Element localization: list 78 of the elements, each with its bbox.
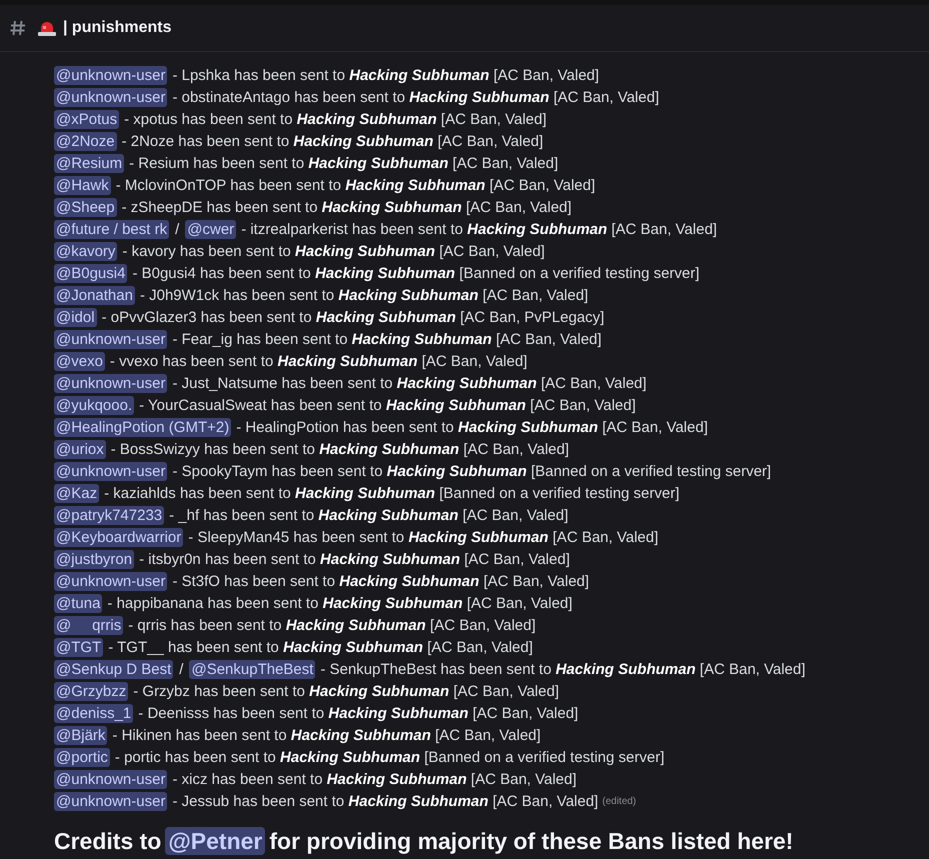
user-mention[interactable]: @vexo [54, 352, 105, 370]
ban-message: - portic has been sent to Hacking Subhuman [Banned on a verified testing server] [114, 748, 664, 766]
ban-message: - oPvvGlazer3 has been sent to Hacking Subhuman [AC Ban, PvPLegacy] [102, 308, 604, 326]
user-mention[interactable]: @Petner [165, 827, 266, 855]
user-mention[interactable]: @yukqooo. [54, 396, 134, 414]
credits-text: Credits to @Petner for providing majority of these Bans listed here! [54, 828, 794, 855]
ban-message: - Just_Natsume has been sent to Hacking Subhuman [AC Ban, Valed] [172, 374, 647, 392]
user-mention[interactable]: @Keyboardwarrior [54, 528, 184, 546]
user-mention[interactable]: @uriox [54, 440, 106, 458]
ban-message: - SpookyTaym has been sent to Hacking Subhuman [Banned on a verified testing server] [172, 462, 772, 480]
ban-message: - St3fO has been sent to Hacking Subhuman [AC Ban, Valed] [172, 572, 590, 590]
ban-message: - SenkupTheBest has been sent to Hacking Subhuman [AC Ban, Valed] [320, 660, 806, 678]
user-mention[interactable]: @unknown-user [54, 792, 168, 810]
user-mention[interactable]: @kavory [54, 242, 118, 260]
user-mention[interactable]: @ qrris [54, 616, 124, 634]
hashtag-icon [9, 19, 27, 37]
ban-message: - Lpshka has been sent to Hacking Subhuman [AC Ban, Valed] [172, 66, 600, 84]
ban-message: - itzrealparkerist has been sent to Hacking Subhuman [AC Ban, Valed] [241, 220, 717, 238]
user-mention[interactable]: @Sheep [54, 198, 117, 216]
ban-message: - Deenisss has been sent to Hacking Subhuman [AC Ban, Valed] [138, 704, 578, 722]
user-mention[interactable]: @unknown-user [54, 462, 168, 480]
ban-message: - xpotus has been sent to Hacking Subhuman [AC Ban, Valed] [124, 110, 547, 128]
user-mention[interactable]: @unknown-user [54, 88, 168, 106]
user-mention[interactable]: @xPotus [54, 110, 120, 128]
user-mention[interactable]: @unknown-user [54, 330, 168, 348]
ban-message: - zSheepDE has been sent to Hacking Subhuman [AC Ban, Valed] [122, 198, 572, 216]
ban-message: - xicz has been sent to Hacking Subhuman [AC Ban, Valed] [172, 770, 577, 788]
user-mention[interactable]: @HealingPotion (GMT+2) [54, 418, 232, 436]
ban-message: - happibanana has been sent to Hacking Subhuman [AC Ban, Valed] [107, 594, 572, 612]
user-mention[interactable]: @future / best rk [54, 220, 170, 238]
user-mention[interactable]: @justbyron [54, 550, 134, 568]
user-mention[interactable]: @deniss_1 [54, 704, 134, 722]
edited-label: (edited) [602, 796, 636, 806]
ban-message: - TGT__ has been sent to Hacking Subhuman [AC Ban, Valed] [108, 638, 533, 656]
user-mention[interactable]: @Senkup D Best [54, 660, 174, 678]
ban-message: - BossSwizyy has been sent to Hacking Subhuman [AC Ban, Valed] [110, 440, 570, 458]
ban-message: - Jessub has been sent to Hacking Subhuman [AC Ban, Valed] [172, 792, 598, 810]
channel-name: | punishments [63, 19, 172, 37]
ban-message: - YourCasualSweat has been sent to Hacking Subhuman [AC Ban, Valed] [139, 396, 636, 414]
ban-message: - Grzybz has been sent to Hacking Subhuman [AC Ban, Valed] [133, 682, 559, 700]
user-mention[interactable]: @Hawk [54, 176, 111, 194]
ban-message: - _hf has been sent to Hacking Subhuman [AC Ban, Valed] [169, 506, 568, 524]
ban-message: - Hikinen has been sent to Hacking Subhuman [AC Ban, Valed] [112, 726, 541, 744]
user-mention[interactable]: @TGT [54, 638, 104, 656]
ban-message: - itsbyr0n has been sent to Hacking Subhuman [AC Ban, Valed] [139, 550, 570, 568]
ban-message: - kavory has been sent to Hacking Subhuman [AC Ban, Valed] [122, 242, 545, 260]
user-mention[interactable]: @unknown-user [54, 770, 168, 788]
separator-slash: / [179, 660, 184, 678]
ban-message: - vvexo has been sent to Hacking Subhuman [AC Ban, Valed] [110, 352, 528, 370]
separator-slash: / [175, 220, 180, 238]
ban-message: - B0gusi4 has been sent to Hacking Subhuman [Banned on a verified testing server] [132, 264, 700, 282]
user-mention[interactable]: @SenkupTheBest [189, 660, 316, 678]
user-mention[interactable]: @unknown-user [54, 374, 168, 392]
user-mention[interactable]: @2Noze [54, 132, 117, 150]
user-mention[interactable]: @Resium [54, 154, 124, 172]
ban-message: - kaziahlds has been sent to Hacking Subhuman [Banned on a verified testing server] [104, 484, 680, 502]
siren-icon [37, 20, 57, 36]
ban-message: - qrris has been sent to Hacking Subhuman [AC Ban, Valed] [128, 616, 536, 634]
user-mention[interactable]: @Grzybzz [54, 682, 128, 700]
ban-message: - obstinateAntago has been sent to Hacking Subhuman [AC Ban, Valed] [172, 88, 660, 106]
user-mention[interactable]: @Kaz [54, 484, 100, 502]
ban-message: - 2Noze has been sent to Hacking Subhuman [AC Ban, Valed] [122, 132, 544, 150]
user-mention[interactable]: @unknown-user [54, 66, 168, 84]
ban-message: - SleepyMan45 has been sent to Hacking Subhuman [AC Ban, Valed] [188, 528, 658, 546]
ban-message: - MclovinOnTOP has been sent to Hacking Subhuman [AC Ban, Valed] [116, 176, 596, 194]
user-mention[interactable]: @portic [54, 748, 110, 766]
ban-message: - Resium has been sent to Hacking Subhuman [AC Ban, Valed] [129, 154, 558, 172]
ban-message: - HealingPotion has been sent to Hacking Subhuman [AC Ban, Valed] [236, 418, 708, 436]
user-mention[interactable]: @cwer [185, 220, 236, 238]
user-mention[interactable]: @tuna [54, 594, 102, 612]
user-mention[interactable]: @idol [54, 308, 97, 326]
user-mention[interactable]: @Jonathan [54, 286, 135, 304]
ban-message: - J0h9W1ck has been sent to Hacking Subhuman [AC Ban, Valed] [140, 286, 588, 304]
user-mention[interactable]: @Bjärk [54, 726, 108, 744]
user-mention[interactable]: @unknown-user [54, 572, 168, 590]
user-mention[interactable]: @patryk747233 [54, 506, 164, 524]
ban-message: - Fear_ig has been sent to Hacking Subhuman [AC Ban, Valed] [172, 330, 602, 348]
user-mention[interactable]: @B0gusi4 [54, 264, 128, 282]
